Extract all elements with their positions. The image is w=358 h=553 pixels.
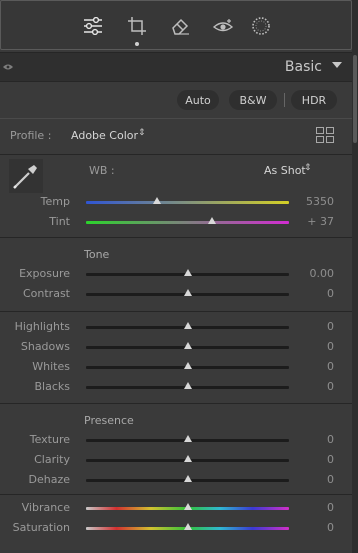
contrast-slider-thumb[interactable] — [183, 289, 192, 296]
highlights-value[interactable]: 0 — [327, 320, 334, 333]
wb-dropdown[interactable]: As Shot — [264, 164, 306, 177]
slider-saturation[interactable]: Saturation 0 — [0, 518, 352, 538]
tool-strip — [0, 0, 352, 50]
divider — [0, 403, 352, 404]
vibrance-value[interactable]: 0 — [327, 501, 334, 514]
red-eye-icon[interactable] — [212, 15, 234, 37]
panel-visibility-eye-icon[interactable] — [3, 63, 13, 71]
profile-browser-grid-icon[interactable] — [316, 127, 334, 143]
clarity-value[interactable]: 0 — [327, 453, 334, 466]
black-and-white-button[interactable]: B&W — [229, 90, 277, 110]
exposure-label: Exposure — [19, 267, 70, 280]
tint-slider-thumb[interactable] — [207, 217, 216, 224]
divider — [0, 494, 352, 495]
wb-label: WB : — [89, 164, 115, 177]
tint-label: Tint — [49, 215, 70, 228]
edit-sliders-icon[interactable] — [82, 15, 104, 37]
slider-tint[interactable]: Tint + 37 — [0, 212, 352, 232]
divider — [0, 237, 352, 238]
collapse-triangle-icon[interactable] — [332, 62, 342, 68]
whites-slider-thumb[interactable] — [183, 362, 192, 369]
slider-contrast[interactable]: Contrast 0 — [0, 284, 352, 304]
contrast-label: Contrast — [22, 287, 70, 300]
exposure-value[interactable]: 0.00 — [310, 267, 335, 280]
saturation-value[interactable]: 0 — [327, 521, 334, 534]
vibrance-slider-thumb[interactable] — [183, 503, 192, 510]
slider-vibrance[interactable]: Vibrance 0 — [0, 498, 352, 518]
auto-button[interactable]: Auto — [177, 90, 219, 110]
temp-slider-track[interactable] — [86, 201, 289, 204]
temp-slider-thumb[interactable] — [153, 197, 162, 204]
crop-icon[interactable] — [126, 15, 148, 37]
healing-eraser-icon[interactable] — [169, 15, 191, 37]
section-label-tone: Tone — [84, 248, 110, 261]
contrast-value[interactable]: 0 — [327, 287, 334, 300]
masking-circle-icon[interactable] — [250, 15, 272, 37]
profile-dropdown[interactable]: Adobe Color — [71, 129, 138, 142]
wb-updown-arrows-icon[interactable]: ⇕ — [304, 163, 312, 173]
saturation-label: Saturation — [12, 521, 70, 534]
panel-header-basic[interactable]: Basic — [0, 52, 352, 82]
slider-exposure[interactable]: Exposure 0.00 — [0, 264, 352, 284]
active-tool-dot — [135, 42, 139, 46]
temp-label: Temp — [40, 195, 70, 208]
highlights-slider-thumb[interactable] — [183, 322, 192, 329]
texture-label: Texture — [29, 433, 70, 446]
develop-panel: Basic Auto B&W HDR Profile : Adobe Color… — [0, 0, 358, 553]
section-label-presence: Presence — [84, 414, 134, 427]
scrollbar-thumb[interactable] — [353, 55, 357, 143]
slider-highlights[interactable]: Highlights 0 — [0, 317, 352, 337]
slider-texture[interactable]: Texture 0 — [0, 430, 352, 450]
slider-blacks[interactable]: Blacks 0 — [0, 377, 352, 397]
temp-value[interactable]: 5350 — [306, 195, 334, 208]
tint-slider-track[interactable] — [86, 221, 289, 224]
divider — [0, 118, 352, 119]
dehaze-slider-thumb[interactable] — [183, 475, 192, 482]
texture-value[interactable]: 0 — [327, 433, 334, 446]
whites-label: Whites — [32, 360, 70, 373]
dehaze-label: Dehaze — [28, 473, 71, 486]
panel-title: Basic — [284, 59, 322, 75]
shadows-slider-thumb[interactable] — [183, 342, 192, 349]
clarity-label: Clarity — [34, 453, 70, 466]
button-divider — [284, 93, 285, 107]
texture-slider-thumb[interactable] — [183, 435, 192, 442]
blacks-slider-thumb[interactable] — [183, 382, 192, 389]
clarity-slider-thumb[interactable] — [183, 455, 192, 462]
tint-value[interactable]: + 37 — [307, 215, 334, 228]
highlights-label: Highlights — [14, 320, 70, 333]
blacks-label: Blacks — [34, 380, 71, 393]
saturation-slider-thumb[interactable] — [183, 523, 192, 530]
slider-shadows[interactable]: Shadows 0 — [0, 337, 352, 357]
profile-updown-arrows-icon[interactable]: ⇕ — [138, 128, 146, 138]
slider-whites[interactable]: Whites 0 — [0, 357, 352, 377]
shadows-label: Shadows — [20, 340, 70, 353]
divider — [0, 154, 352, 155]
slider-dehaze[interactable]: Dehaze 0 — [0, 470, 352, 490]
whites-value[interactable]: 0 — [327, 360, 334, 373]
white-balance-eyedropper-icon[interactable] — [9, 159, 43, 193]
exposure-slider-thumb[interactable] — [183, 269, 192, 276]
blacks-value[interactable]: 0 — [327, 380, 334, 393]
profile-label: Profile : — [10, 129, 52, 142]
vibrance-label: Vibrance — [21, 501, 70, 514]
dehaze-value[interactable]: 0 — [327, 473, 334, 486]
hdr-button[interactable]: HDR — [291, 90, 337, 110]
slider-temp[interactable]: Temp 5350 — [0, 192, 352, 212]
divider — [0, 311, 352, 312]
slider-clarity[interactable]: Clarity 0 — [0, 450, 352, 470]
shadows-value[interactable]: 0 — [327, 340, 334, 353]
